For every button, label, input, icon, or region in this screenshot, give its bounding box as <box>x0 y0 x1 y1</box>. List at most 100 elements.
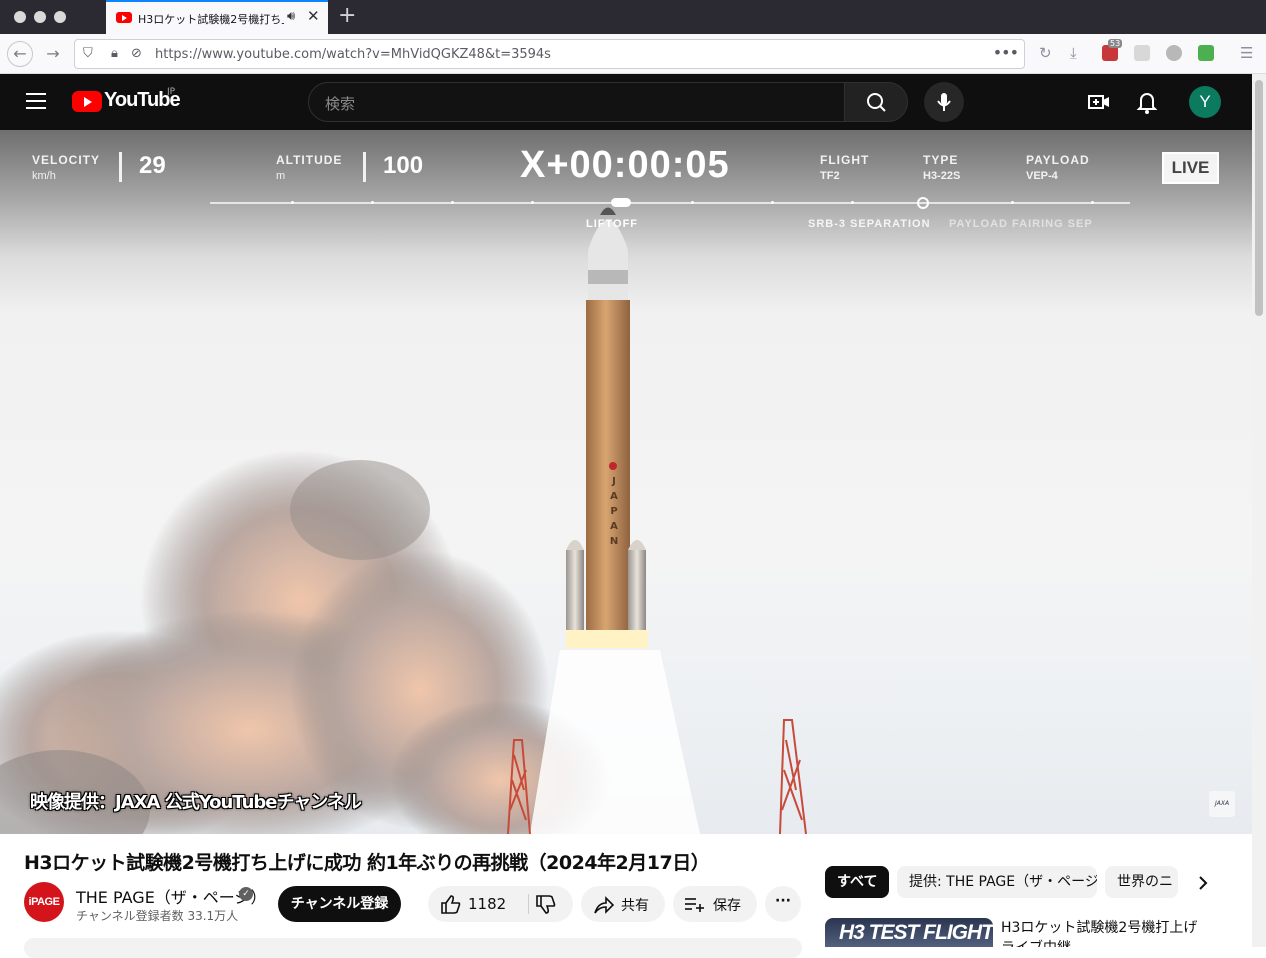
browser-tab[interactable]: H3ロケット試験機2号機打ち上げ 🔊︎ ✕ <box>106 0 328 34</box>
download-helper-extension-icon[interactable] <box>1198 45 1214 61</box>
guide-menu-icon[interactable] <box>26 93 46 109</box>
svg-text:P: P <box>610 506 617 517</box>
svg-text:A: A <box>610 521 618 532</box>
forward-button[interactable]: → <box>40 41 66 67</box>
save-label: 保存 <box>713 898 741 914</box>
tab-title: H3ロケット試験機2号機打ち上げ <box>138 13 284 26</box>
chevron-right-icon[interactable] <box>1193 873 1213 893</box>
notifications-bell-icon[interactable] <box>1136 89 1158 115</box>
hud-velocity-unit: km/h <box>32 170 56 182</box>
youtube-logo-icon[interactable] <box>72 91 102 112</box>
timeline-tick <box>451 201 454 204</box>
jaxa-logo: JAXA <box>1209 791 1235 817</box>
exhaust-smoke <box>0 450 610 834</box>
speaker-icon[interactable]: 🔊︎ <box>287 9 295 24</box>
more-dots-icon: ··· <box>775 893 791 909</box>
thumbs-up-icon <box>441 895 461 914</box>
close-tab-icon[interactable]: ✕ <box>307 7 320 25</box>
timeline-tick <box>691 201 694 204</box>
app-menu-icon[interactable]: ☰ <box>1240 44 1253 62</box>
hud-mission-timer: X+00:00:05 <box>520 144 730 186</box>
reload-icon[interactable]: ↻ <box>1039 44 1052 62</box>
address-bar[interactable]: ⛉ 🔒︎ ⊘ https://www.youtube.com/watch?v=M… <box>74 39 1025 69</box>
logo-region-code: JP <box>167 87 176 97</box>
subscribe-button[interactable]: チャンネル登録 <box>278 886 401 922</box>
like-button[interactable]: 1182 <box>428 886 528 922</box>
hud-altitude-label: ALTITUDE <box>276 153 343 167</box>
hud-flight-label: FLIGHT <box>820 153 870 167</box>
hud-payload-label: PAYLOAD <box>1026 153 1090 167</box>
live-badge: LIVE <box>1162 152 1219 184</box>
hud-flight-value: TF2 <box>820 170 840 182</box>
more-actions-button[interactable]: ··· <box>765 886 801 922</box>
milestone-liftoff: LIFTOFF <box>586 218 639 230</box>
timeline-tick <box>1091 201 1094 204</box>
save-playlist-icon <box>685 898 704 912</box>
timeline-tick <box>1011 201 1014 204</box>
close-window-button[interactable] <box>14 11 26 23</box>
shield-icon[interactable]: ⛉ <box>83 46 93 61</box>
verified-check-icon: ✓ <box>239 887 253 901</box>
autoplay-blocked-icon[interactable]: ⊘ <box>131 46 142 61</box>
save-button[interactable]: 保存 <box>673 886 757 922</box>
url-text[interactable]: https://www.youtube.com/watch?v=MhVidQGK… <box>155 47 551 62</box>
hud-type-label: TYPE <box>923 153 959 167</box>
search-placeholder: 検索 <box>325 95 356 113</box>
create-video-icon[interactable] <box>1086 90 1112 114</box>
chip-world-news[interactable]: 世界のニ <box>1105 866 1178 898</box>
video-player[interactable]: VELOCITY km/h 29 ALTITUDE m 100 X+00:00:… <box>0 130 1252 834</box>
zoom-window-button[interactable] <box>54 11 66 23</box>
rocket-japan-lettering: J A P A N <box>610 476 618 547</box>
svg-text:J: J <box>611 476 616 487</box>
multi-account-extension-icon[interactable] <box>1166 45 1182 61</box>
back-button[interactable]: ← <box>7 41 33 67</box>
search-input[interactable]: 検索 <box>308 82 845 122</box>
scrollbar-thumb[interactable] <box>1255 80 1263 316</box>
minimize-window-button[interactable] <box>34 11 46 23</box>
voice-search-button[interactable] <box>924 82 964 122</box>
like-dislike-group: 1182 <box>428 886 573 922</box>
share-button[interactable]: 共有 <box>581 886 665 922</box>
new-tab-button[interactable]: + <box>338 3 356 28</box>
page-actions-icon[interactable]: ••• <box>993 43 1019 62</box>
hud-timeline <box>210 202 1130 204</box>
milestone-fairing-separation: PAYLOAD FAIRING SEP <box>949 218 1093 230</box>
h3-rocket <box>566 207 648 648</box>
lock-icon[interactable]: 🔒︎ <box>111 46 118 61</box>
search-button[interactable] <box>844 82 908 122</box>
share-label: 共有 <box>621 898 649 914</box>
youtube-favicon-icon <box>116 12 132 23</box>
recommended-video-thumbnail[interactable]: H3 TEST FLIGHT <box>825 918 993 947</box>
timeline-tick <box>531 201 534 204</box>
hud-velocity-value: 29 <box>139 152 166 179</box>
description-box[interactable] <box>24 938 802 958</box>
downloads-icon[interactable]: ⤓ <box>1070 44 1077 62</box>
browser-titlebar: H3ロケット試験機2号機打ち上げ 🔊︎ ✕ + <box>0 0 1266 34</box>
hud-altitude-value: 100 <box>383 152 424 179</box>
timeline-milestone-marker <box>917 197 929 209</box>
milestone-srb-separation: SRB-3 SEPARATION <box>808 218 931 230</box>
timeline-tick <box>291 201 294 204</box>
hud-payload-value: VEP-4 <box>1026 170 1058 182</box>
like-count: 1182 <box>468 895 507 913</box>
share-arrow-icon <box>594 896 615 914</box>
hud-altitude-unit: m <box>276 170 286 182</box>
hud-type-value: H3-22S <box>923 170 961 182</box>
dislike-button[interactable] <box>529 886 573 922</box>
account-avatar[interactable]: Y <box>1189 86 1221 118</box>
reader-extension-icon[interactable] <box>1134 45 1150 61</box>
channel-avatar[interactable]: iPAGE <box>24 882 64 922</box>
timeline-tick <box>771 201 774 204</box>
timeline-progress-marker <box>611 198 631 207</box>
extension-badge: 53 <box>1108 39 1123 48</box>
recommended-video-title[interactable]: H3ロケット試験機2号機打上げライブ中継 <box>1001 918 1211 947</box>
channel-name[interactable]: THE PAGE（ザ・ページ） <box>76 884 266 908</box>
svg-text:N: N <box>610 536 618 547</box>
youtube-masthead: YouTube JP 検索 Y <box>0 74 1252 130</box>
hud-divider <box>363 152 366 182</box>
video-caption: 映像提供：JAXA 公式YouTubeチャンネル <box>30 792 362 813</box>
search-icon <box>867 93 886 112</box>
chip-all[interactable]: すべて <box>825 866 889 898</box>
timeline-tick <box>371 201 374 204</box>
chip-from-channel[interactable]: 提供: THE PAGE（ザ・ページ） <box>897 866 1097 898</box>
